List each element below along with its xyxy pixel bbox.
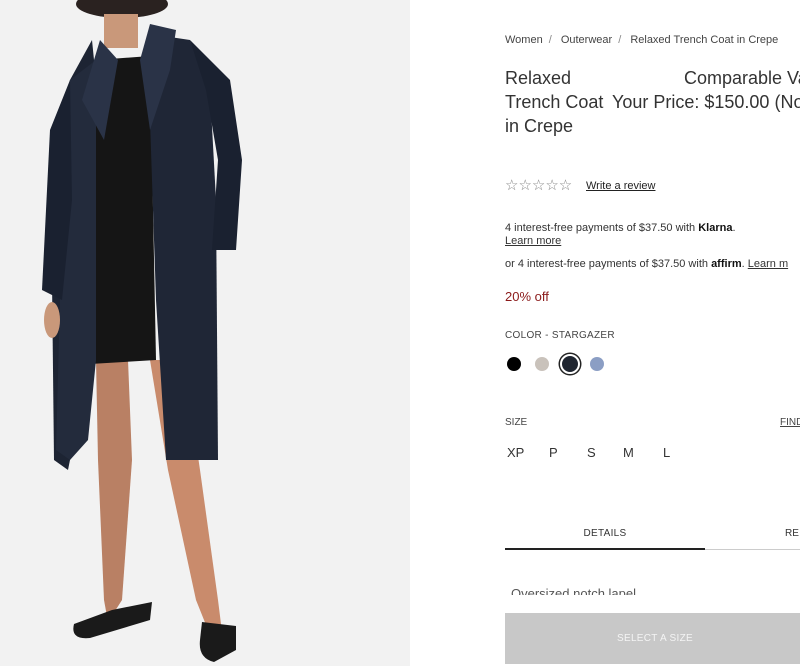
size-option-p[interactable]: P: [549, 445, 558, 460]
affirm-payment-info: or 4 interest-free payments of $37.50 wi…: [505, 258, 788, 270]
discount-badge: 20% off: [505, 289, 549, 304]
swatch-black[interactable]: [507, 357, 521, 371]
your-price: Your Price: $150.00 (No: [612, 92, 800, 112]
swatch-stargazer-selected[interactable]: [560, 354, 580, 374]
details-text: Oversized notch lapel: [511, 586, 637, 595]
klarna-logo: Klarna: [698, 222, 733, 234]
breadcrumb-current[interactable]: Relaxed Trench Coat in Crepe: [630, 34, 778, 46]
klarna-text: 4 interest-free payments of $37.50 with: [505, 222, 699, 234]
tab-reviews[interactable]: RE: [785, 528, 799, 539]
tab-active-indicator: [505, 548, 705, 550]
color-label: COLOR - STARGAZER: [505, 330, 615, 341]
affirm-learn-more-link[interactable]: Learn m: [748, 258, 788, 270]
affirm-text: or 4 interest-free payments of $37.50 wi…: [505, 258, 712, 270]
breadcrumb-women[interactable]: Women: [505, 34, 543, 46]
swatch-beige[interactable]: [535, 357, 549, 371]
breadcrumb-separator: /: [618, 34, 622, 46]
tab-divider: [705, 549, 800, 550]
klarna-payment-info: 4 interest-free payments of $37.50 with …: [505, 222, 736, 234]
tab-details[interactable]: DETAILS: [505, 528, 705, 539]
swatch-blue[interactable]: [590, 357, 604, 371]
product-image[interactable]: [0, 0, 410, 666]
size-option-s[interactable]: S: [587, 445, 596, 460]
comparable-value: Comparable Va: [684, 68, 800, 88]
product-title: Relaxed Trench Coat in Crepe: [505, 68, 604, 136]
affirm-logo: affirm: [711, 258, 742, 270]
write-review-link[interactable]: Write a review: [586, 180, 655, 192]
klarna-learn-more-link[interactable]: Learn more: [505, 235, 561, 247]
breadcrumb-separator: /: [548, 34, 552, 46]
size-label: SIZE: [505, 417, 528, 428]
find-size-link[interactable]: FIND: [780, 417, 800, 428]
size-option-xp[interactable]: XP: [507, 445, 524, 460]
klarna-suffix: .: [732, 222, 736, 234]
size-option-l[interactable]: L: [663, 445, 670, 460]
select-size-button[interactable]: SELECT A SIZE: [505, 613, 800, 664]
breadcrumb-outerwear[interactable]: Outerwear: [561, 34, 612, 46]
size-option-m[interactable]: M: [623, 445, 634, 460]
rating-stars-icon: ☆☆☆☆☆: [505, 177, 573, 194]
breadcrumb: Women / Outerwear / Relaxed Trench Coat in…: [505, 34, 778, 46]
